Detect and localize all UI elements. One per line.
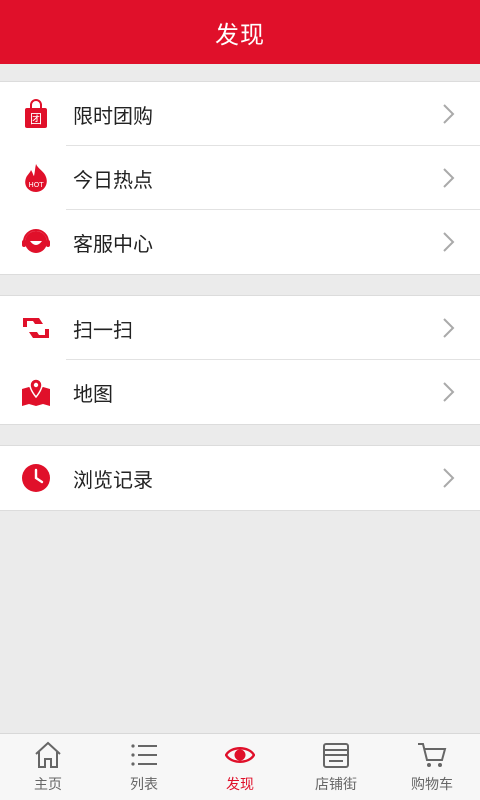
menu-item-label: 客服中心 (73, 231, 153, 256)
cart-icon (418, 743, 447, 767)
clock-icon (21, 463, 51, 493)
tab-label: 购物车 (411, 777, 453, 793)
chevron-right-icon (443, 168, 455, 188)
chevron-right-icon (443, 104, 455, 124)
menu-item-label: 扫一扫 (73, 317, 133, 342)
list-icon (131, 744, 157, 766)
menu-item-history[interactable]: 浏览记录 (0, 446, 480, 510)
menu-group-3: 浏览记录 (0, 445, 480, 511)
bag-badge-text: 团 (30, 112, 42, 126)
tab-cart[interactable]: 购物车 (384, 734, 480, 800)
page-title: 发现 (215, 20, 265, 49)
map-icon (21, 377, 51, 407)
tab-label: 店铺街 (315, 777, 357, 793)
chevron-right-icon (443, 318, 455, 338)
page-header: 发现 (0, 0, 480, 64)
store-icon (323, 743, 349, 768)
menu-item-scan[interactable]: 扫一扫 (0, 296, 480, 360)
menu-item-label: 地图 (73, 381, 113, 406)
tab-label: 列表 (130, 777, 158, 793)
tab-list[interactable]: 列表 (96, 734, 192, 800)
chevron-right-icon (443, 232, 455, 252)
menu-item-group-buy[interactable]: 团 限时团购 (0, 82, 480, 146)
tab-store-street[interactable]: 店铺街 (288, 734, 384, 800)
home-icon (35, 741, 61, 768)
tab-label: 发现 (226, 777, 254, 793)
hot-flame-icon: HOT (21, 163, 51, 193)
eye-icon (225, 747, 255, 763)
menu-group-2: 扫一扫 地图 (0, 295, 480, 425)
menu-item-hot-today[interactable]: HOT 今日热点 (0, 146, 480, 210)
menu-group-1: 团 限时团购 HOT 今日热点 客服中心 (0, 81, 480, 275)
customer-service-icon (21, 227, 51, 257)
tab-label: 主页 (34, 777, 62, 793)
scan-icon (21, 313, 51, 343)
menu-item-label: 限时团购 (73, 103, 153, 128)
tab-home[interactable]: 主页 (0, 734, 96, 800)
shopping-bag-icon: 团 (21, 99, 51, 129)
menu-item-map[interactable]: 地图 (0, 360, 480, 424)
chevron-right-icon (443, 468, 455, 488)
menu-item-customer-service[interactable]: 客服中心 (0, 210, 480, 274)
chevron-right-icon (443, 382, 455, 402)
bottom-tab-bar: 主页 列表 发现 店铺街 购物车 (0, 733, 480, 800)
menu-item-label: 浏览记录 (73, 467, 153, 492)
hot-badge-text: HOT (28, 181, 44, 189)
tab-discover[interactable]: 发现 (192, 734, 288, 800)
menu-item-label: 今日热点 (73, 167, 153, 192)
